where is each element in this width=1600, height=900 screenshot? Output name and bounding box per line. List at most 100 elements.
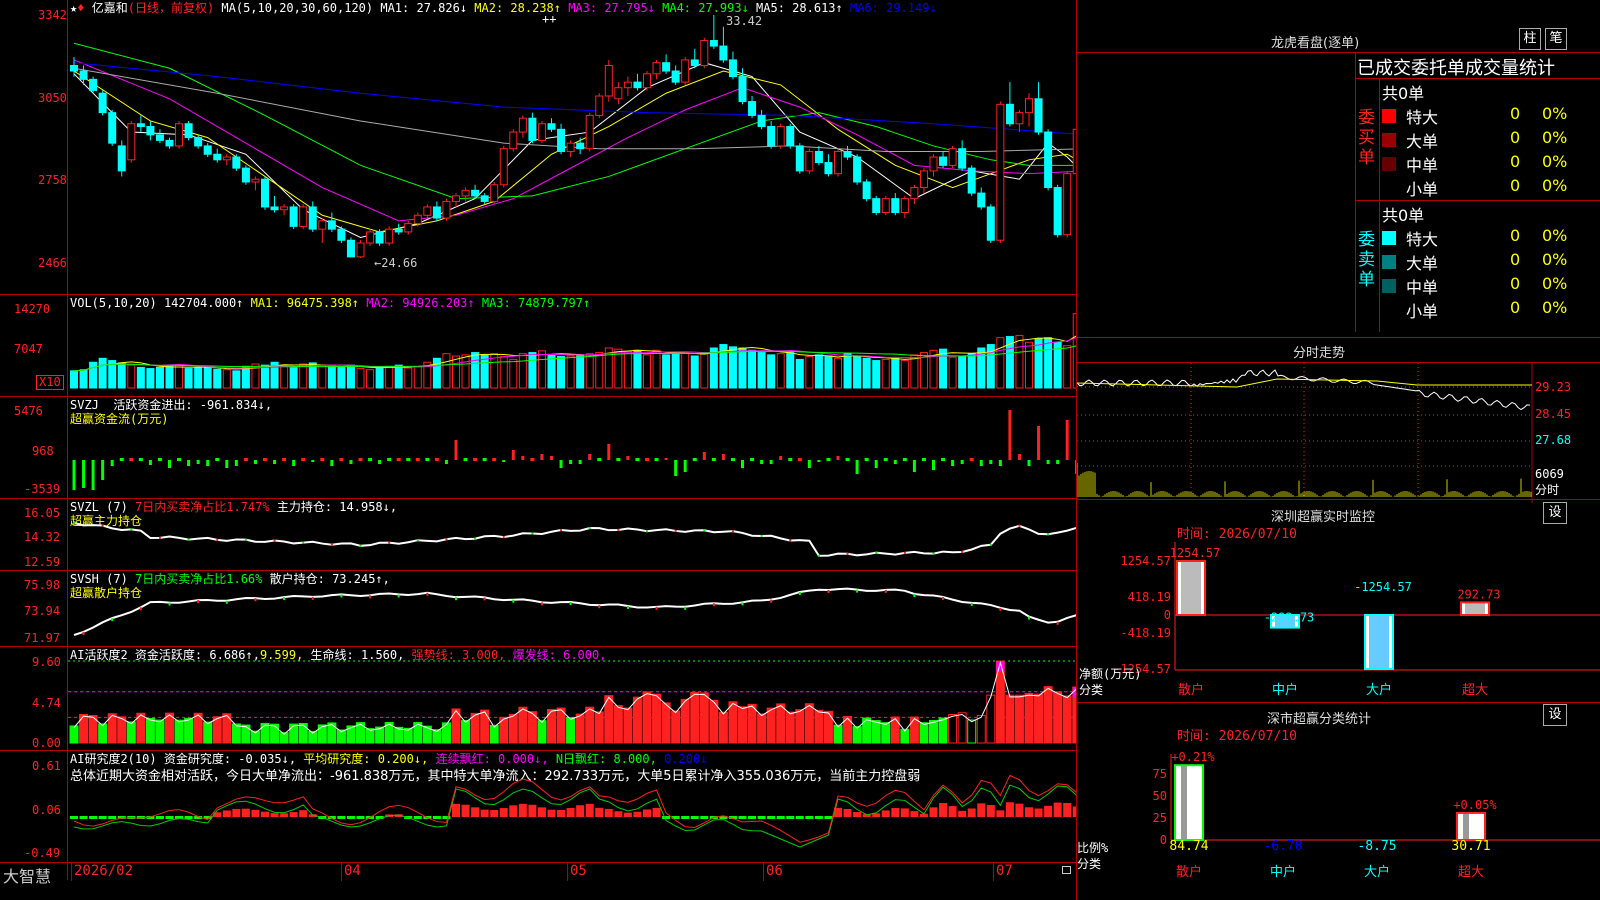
- research-bar-up: [1005, 802, 1014, 817]
- intraday-axis-label: 6069: [1535, 467, 1564, 481]
- holding-dot: [655, 606, 658, 610]
- candle: [623, 81, 632, 89]
- candle: [690, 59, 699, 66]
- outflow-bar: [311, 460, 315, 462]
- volume-bar: [757, 352, 766, 389]
- ai-activity-panel[interactable]: AI活跃度2 资金活跃度: 6.686↑,9.599, 生命线: 1.560, …: [0, 647, 1076, 750]
- outflow-bar: [101, 460, 105, 480]
- outflow-bar: [874, 460, 878, 468]
- holding-dot: [588, 527, 591, 530]
- flow-tick: [826, 458, 831, 461]
- volume-bar: [862, 357, 871, 389]
- flow-tick: [902, 458, 907, 461]
- research-bar-up: [996, 810, 1005, 817]
- flow-tick: [463, 458, 468, 461]
- candle: [805, 150, 814, 172]
- stats-settings-button[interactable]: 设: [1543, 704, 1567, 726]
- activity-bar: [1024, 692, 1034, 744]
- column-view-button[interactable]: 柱: [1519, 28, 1541, 50]
- intraday-title: 分时走势: [1293, 346, 1346, 361]
- color-swatch: [1382, 157, 1396, 171]
- capital-flow-panel[interactable]: SVZJ 活跃资金进出: -961.834↓, 超赢资金流(万元) 5476 9…: [0, 397, 1076, 498]
- monitor-settings-button[interactable]: 设: [1543, 502, 1567, 524]
- holding-dot: [474, 537, 477, 540]
- holding-dot: [569, 602, 572, 606]
- volume-bar: [795, 358, 804, 389]
- main-holdings-panel[interactable]: SVZL (7) 7日内买卖净占比1.747% 主力持仓: 14.958↓, 超…: [0, 499, 1076, 570]
- volume-bar: [509, 358, 518, 389]
- candle: [853, 156, 862, 183]
- holding-dot: [359, 544, 362, 547]
- activity-bar: [785, 711, 795, 744]
- research-bar-up: [261, 811, 269, 817]
- volume-bar: [499, 356, 508, 389]
- outflow-bar: [989, 460, 993, 464]
- volume-bar: [786, 352, 795, 389]
- research-bar-down: [413, 816, 422, 819]
- candlestick-chart[interactable]: [0, 0, 1076, 294]
- candle: [1063, 173, 1072, 236]
- stats-category: 散户: [1176, 864, 1202, 880]
- research-bar-up: [499, 808, 508, 817]
- intraday-chart[interactable]: 29.23 28.45 27.68 6069 分时: [1077, 363, 1600, 503]
- sidebar[interactable]: 龙虎看盘(逐单) 柱 笔 已成交委托单成交量统计 委买单 共0单 特大 0 0% 大单…: [1077, 0, 1600, 900]
- candle: [986, 206, 995, 241]
- activity-bar: [804, 703, 814, 744]
- activity-bar: [145, 717, 155, 744]
- flow-tick: [654, 458, 659, 461]
- flow-tick: [434, 458, 439, 461]
- order-row-buy: 中单 0 0%: [1382, 152, 1600, 176]
- volume-bar: [652, 349, 661, 389]
- candle: [289, 206, 298, 227]
- monitor-bar-shade: [1465, 602, 1485, 615]
- outflow-bar: [979, 460, 983, 466]
- volume-bar: [547, 354, 556, 389]
- candle: [776, 126, 785, 147]
- holding-dot: [73, 522, 75, 524]
- research-bar-up: [891, 808, 900, 817]
- volume-bar: [337, 366, 346, 389]
- intraday-axis-label: 分时: [1535, 483, 1559, 497]
- activity-bar: [718, 711, 728, 744]
- volume-panel[interactable]: VOL(5,10,20) 142704.000↑ MA1: 96475.398↑…: [0, 295, 1076, 396]
- order-row-sell: 大单 0 0%: [1382, 250, 1600, 274]
- activity-bar: [155, 719, 165, 744]
- inflow-bar: [664, 458, 668, 460]
- flow-tick: [263, 458, 267, 461]
- chart-area[interactable]: ★♦ 亿嘉和(日线，前复权) MA(5,10,20,30,60,120) MA1…: [0, 0, 1077, 900]
- candle: [652, 62, 661, 75]
- holding-dot: [712, 603, 715, 607]
- outflow-bar: [559, 460, 563, 468]
- volume-bar: [356, 368, 365, 389]
- research-bar-up: [623, 812, 632, 817]
- ma-line-1: [73, 62, 1076, 239]
- stats-ylabel: 比例%: [1077, 841, 1109, 855]
- retail-holdings-panel[interactable]: SVSH (7) 7日内买卖净占比1.66% 散户持仓: 73.245↑, 超赢…: [0, 571, 1076, 646]
- flow-tick: [864, 458, 869, 461]
- research-panel[interactable]: AI研究度2(10) 资金研究度: -0.035↓, 平均研究度: 0.200↓…: [0, 751, 1076, 862]
- volume-bar: [1034, 338, 1043, 389]
- activity-bar: [795, 709, 805, 744]
- flow-tick: [921, 458, 926, 461]
- candle: [700, 40, 709, 66]
- tick-view-button[interactable]: 笔: [1545, 28, 1567, 50]
- research-bar-down: [165, 816, 174, 819]
- flow-tick: [616, 458, 621, 461]
- candle: [194, 137, 203, 147]
- activity-bar: [184, 717, 194, 744]
- volume-bar: [900, 360, 909, 389]
- volume-bar: [643, 354, 651, 389]
- candle: [432, 206, 441, 219]
- candle: [337, 228, 346, 241]
- price-panel[interactable]: ★♦ 亿嘉和(日线，前复权) MA(5,10,20,30,60,120) MA1…: [0, 0, 1076, 294]
- inflow-bar: [588, 454, 592, 460]
- inflow-bar: [521, 456, 525, 460]
- outflow-bar: [187, 460, 191, 466]
- monitor-bar-label: -292.73: [1264, 611, 1315, 625]
- holding-dot: [540, 602, 543, 606]
- candle: [375, 231, 384, 244]
- research-bar-up: [929, 807, 938, 817]
- outflow-bar: [253, 460, 257, 464]
- volume-bar: [662, 354, 671, 389]
- candle: [318, 220, 327, 230]
